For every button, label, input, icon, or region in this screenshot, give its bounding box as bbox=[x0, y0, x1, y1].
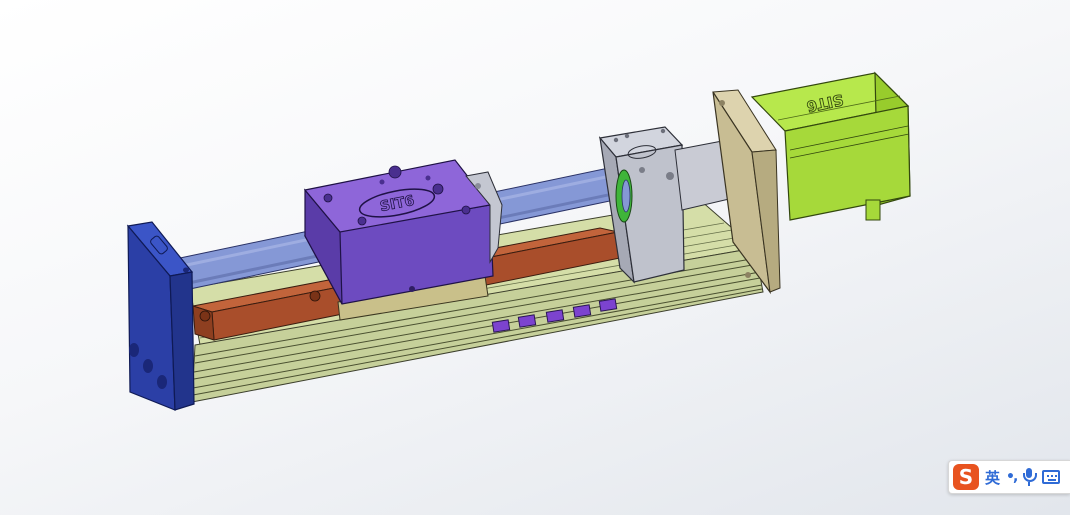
linear-module-3d-model[interactable]: SIT6 SIT6 bbox=[0, 0, 1070, 515]
left-end-plate bbox=[126, 221, 195, 411]
ime-language-toggle[interactable]: 英 bbox=[985, 467, 1000, 488]
ime-punctuation-toggle[interactable]: •, bbox=[1006, 469, 1018, 485]
ime-toolbar[interactable]: S 英 •, bbox=[948, 460, 1070, 494]
cad-viewport[interactable]: SIT6 SIT6 S 英 •, bbox=[0, 0, 1070, 515]
sogou-s-icon[interactable]: S bbox=[953, 464, 979, 490]
keyboard-icon[interactable] bbox=[1042, 470, 1061, 484]
microphone-icon[interactable] bbox=[1022, 467, 1038, 487]
